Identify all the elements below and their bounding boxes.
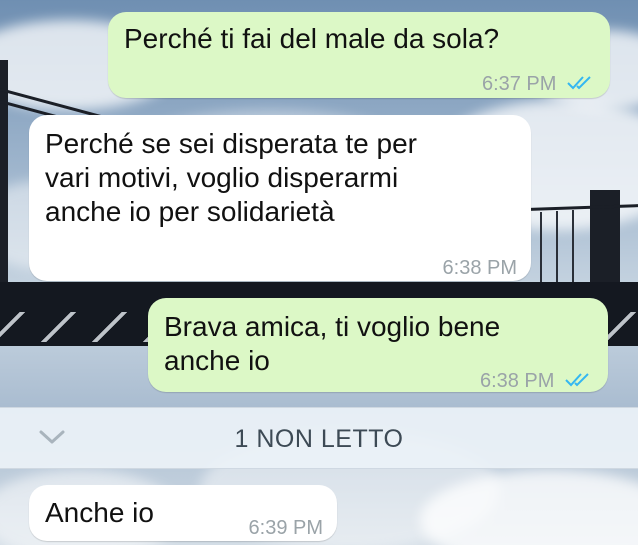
message-time: 6:37 PM: [481, 73, 557, 95]
message-bubble-outgoing[interactable]: Perché ti fai del male da sola? 6:37 PM: [108, 12, 610, 98]
message-text: Perché ti fai del male da sola?: [124, 23, 500, 54]
message-time: 6:38 PM: [479, 370, 555, 392]
message-timestamp: 6:39 PM: [249, 511, 323, 545]
message-timestamp: 6:38 PM: [443, 251, 517, 285]
message-bubble-incoming[interactable]: Perché se sei disperata te per vari moti…: [29, 115, 531, 281]
message-text: Anche io: [45, 497, 154, 528]
message-time: 6:39 PM: [248, 517, 323, 539]
read-receipt-icon: [564, 365, 594, 399]
message-text: Brava amica, ti voglio bene anche io: [164, 311, 501, 376]
unread-messages-divider[interactable]: 1 NON LETTO: [0, 407, 638, 469]
message-bubble-outgoing[interactable]: Brava amica, ti voglio bene anche io 6:3…: [148, 298, 608, 392]
message-bubble-incoming[interactable]: Anche io 6:39 PM: [29, 485, 337, 541]
message-timestamp: 6:37 PM: [482, 67, 596, 102]
unread-count-label: 1 NON LETTO: [234, 425, 404, 453]
message-timestamp: 6:38 PM: [480, 364, 594, 399]
read-receipt-icon: [566, 68, 596, 102]
message-text: Perché se sei disperata te per vari moti…: [45, 128, 417, 227]
message-time: 6:38 PM: [442, 257, 517, 279]
